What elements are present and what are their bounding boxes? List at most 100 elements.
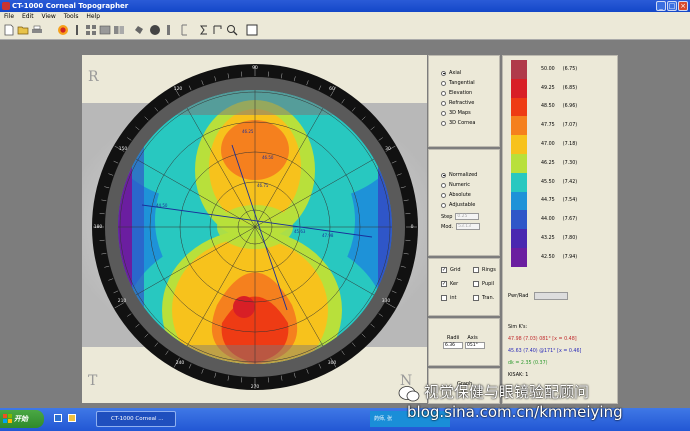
menu-file[interactable]: File	[4, 13, 14, 20]
legend-entry: 49.25 (6.85)	[511, 78, 578, 98]
step-field[interactable]: 0.25	[455, 213, 480, 220]
scale-panel: Normalized Numeric Absolute Adjustable Step…	[428, 149, 500, 256]
checkbox-box[interactable]	[473, 295, 479, 301]
legend-radius-mm: (7.18)	[562, 142, 578, 148]
checkbox-box[interactable]: ✓	[441, 267, 447, 273]
scale-option-normalized[interactable]: Normalized	[441, 170, 499, 180]
topography-icon[interactable]	[57, 24, 69, 36]
map-type-option-3d-maps[interactable]: 3D Maps	[441, 108, 499, 118]
radio-label: Axial	[449, 70, 462, 76]
checkbox-box[interactable]	[473, 281, 479, 287]
radio-label: Numeric	[449, 182, 471, 188]
lens-icon[interactable]	[163, 24, 175, 36]
radio-dot[interactable]	[441, 100, 446, 106]
legend-entry: 45.50 (7.42)	[511, 172, 578, 192]
menu-tools[interactable]: Tools	[64, 13, 79, 20]
radio-dot[interactable]	[441, 110, 446, 116]
checkbox-box[interactable]: ✓	[441, 281, 447, 287]
radio-label: Adjustable	[449, 202, 476, 208]
legend-diopter: 44.75	[541, 198, 555, 204]
open-folder-icon[interactable]	[17, 24, 29, 36]
radio-dot[interactable]	[441, 90, 446, 96]
toolbar	[0, 21, 690, 40]
radio-dot[interactable]	[441, 172, 446, 178]
topography-map: R T N 90 120 150 180 210 240 270 300 330…	[82, 64, 427, 390]
legend-entry: 47.00 (7.18)	[511, 135, 577, 154]
eye-icon[interactable]	[133, 24, 145, 36]
maximize-button[interactable]: □	[667, 1, 677, 11]
legend-entry: 50.00 (6.75)	[511, 60, 577, 79]
legend-radius-mm: (6.85)	[562, 85, 578, 91]
legend-swatch	[511, 135, 527, 154]
scale-option-absolute[interactable]: Absolute	[441, 190, 499, 200]
overlay-checkbox-tran[interactable]: Tran.	[473, 293, 499, 303]
overlay-checkbox-ker[interactable]: ✓ Ker	[441, 279, 467, 289]
quicklaunch-ie-icon[interactable]	[54, 414, 62, 422]
zoom-icon[interactable]	[226, 24, 238, 36]
map-type-option-tangential[interactable]: Tangential	[441, 78, 499, 88]
degree-label-180: 180	[94, 224, 103, 230]
map-type-option-refractive[interactable]: Refractive	[441, 98, 499, 108]
axis-label: Axis	[467, 335, 478, 341]
taskbar-item-ct1000[interactable]: CT-1000 Corneal ...	[96, 411, 176, 427]
legend-diopter: 48.50	[541, 104, 555, 110]
layout-icon[interactable]	[99, 24, 111, 36]
title-bar: CT-1000 Corneal Topographer _ □ ×	[0, 0, 690, 12]
radio-dot[interactable]	[441, 182, 446, 188]
radio-dot[interactable]	[441, 70, 446, 76]
checkbox-label: Pupil	[482, 281, 495, 287]
map-type-option-elevation[interactable]: Elevation	[441, 88, 499, 98]
legend-entry: 44.00 (7.67)	[511, 210, 578, 230]
scale-option-numeric[interactable]: Numeric	[441, 180, 499, 190]
sigma-icon[interactable]	[198, 24, 210, 36]
overlay-checkbox-grid[interactable]: ✓ Grid	[441, 265, 467, 275]
radio-label: Absolute	[449, 192, 471, 198]
legend-diopter: 47.00	[541, 142, 555, 148]
window-controls: _ □ ×	[656, 1, 688, 11]
print-icon[interactable]	[31, 24, 43, 36]
radio-dot[interactable]	[441, 192, 446, 198]
start-label: 开始	[14, 415, 28, 423]
mod-field[interactable]: 53.13	[456, 223, 481, 230]
overlay-checkbox-pupil[interactable]: Pupil	[473, 279, 499, 289]
compare-icon[interactable]	[212, 24, 224, 36]
radio-dot[interactable]	[441, 120, 446, 126]
menu-view[interactable]: View	[42, 13, 56, 20]
bracket-icon[interactable]	[179, 24, 191, 36]
checkbox-box[interactable]	[473, 267, 479, 273]
legend-entry: 42.50 (7.94)	[511, 247, 577, 267]
legend-radius-mm: (6.96)	[562, 104, 578, 110]
legend-radius-mm: (7.67)	[562, 217, 578, 223]
radio-dot[interactable]	[441, 80, 446, 86]
overlay-checkbox-int[interactable]: int	[441, 293, 467, 303]
wechat-icon	[398, 386, 420, 402]
map-type-option-3d-cornea[interactable]: 3D Cornea	[441, 118, 499, 128]
checkbox-box[interactable]	[441, 295, 447, 301]
grid-view-icon[interactable]	[85, 24, 97, 36]
map-type-option-axial[interactable]: Axial	[441, 68, 499, 78]
overlay-checkbox-rings[interactable]: Rings	[473, 265, 499, 275]
split-view-icon[interactable]	[113, 24, 125, 36]
radio-dot[interactable]	[441, 202, 446, 208]
legend-radius-mm: (7.80)	[562, 236, 578, 242]
minimize-button[interactable]: _	[656, 1, 666, 11]
meridian-label: 46.50	[262, 155, 274, 160]
step-label: Step	[441, 213, 453, 220]
radius-panel: Radii Axis 6.36 051°	[428, 318, 500, 366]
menu-edit[interactable]: Edit	[22, 13, 34, 20]
legend-panel: 50.00 (6.75) 49.25 (6.85) 48.50 (6.96) 47.75 (7…	[502, 55, 618, 404]
sphere-icon[interactable]	[149, 24, 161, 36]
legend-swatch	[511, 229, 527, 248]
quicklaunch-folder-icon[interactable]	[68, 414, 76, 422]
radio-label: 3D Cornea	[449, 120, 476, 126]
window-icon[interactable]	[246, 24, 258, 36]
window-title: CT-1000 Corneal Topographer	[12, 2, 129, 10]
new-file-icon[interactable]	[3, 24, 15, 36]
ruler-icon[interactable]	[71, 24, 83, 36]
legend-radius-mm: (7.42)	[562, 179, 578, 185]
legend-entry: 48.50 (6.96)	[511, 97, 578, 117]
close-button[interactable]: ×	[678, 1, 688, 11]
radio-label: Elevation	[449, 90, 473, 96]
menu-help[interactable]: Help	[86, 13, 100, 20]
scale-option-adjustable[interactable]: Adjustable	[441, 200, 499, 210]
